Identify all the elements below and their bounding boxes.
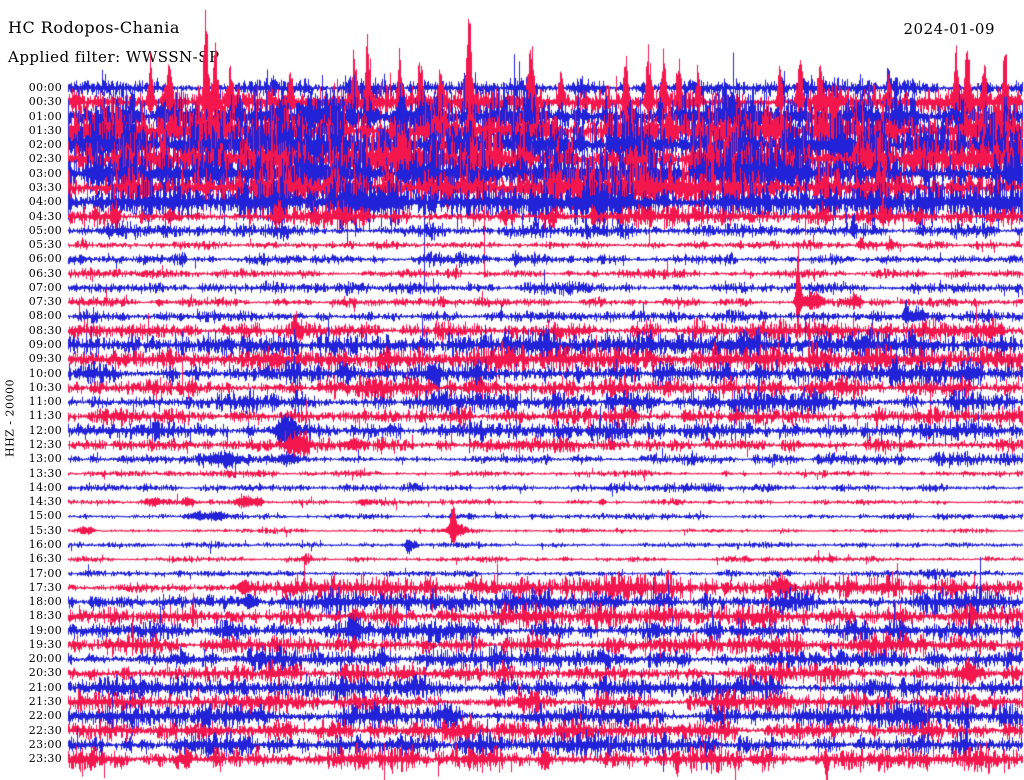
time-label: 07:00 bbox=[28, 280, 62, 294]
time-label: 02:30 bbox=[28, 152, 62, 166]
time-label: 22:30 bbox=[28, 723, 62, 737]
time-label: 12:30 bbox=[28, 438, 62, 451]
time-label: 23:30 bbox=[28, 752, 62, 766]
time-label: 08:30 bbox=[28, 323, 62, 337]
time-label: 12:00 bbox=[28, 423, 62, 437]
time-label: 23:00 bbox=[28, 737, 62, 751]
time-label: 00:00 bbox=[28, 81, 62, 94]
time-label: 21:30 bbox=[28, 695, 62, 709]
station-title: HC Rodopos-Chania bbox=[8, 18, 180, 37]
time-label: 17:30 bbox=[28, 580, 62, 594]
time-label: 05:00 bbox=[28, 223, 62, 237]
date-label: 2024-01-09 bbox=[903, 20, 995, 38]
time-label: 03:00 bbox=[28, 166, 62, 180]
time-label: 18:00 bbox=[28, 595, 62, 609]
time-label: 19:30 bbox=[28, 637, 62, 651]
time-label: 19:00 bbox=[28, 623, 62, 637]
time-label: 02:00 bbox=[28, 138, 62, 152]
time-label: 03:30 bbox=[28, 180, 62, 194]
time-label: 09:00 bbox=[28, 338, 62, 352]
time-label: 06:30 bbox=[28, 266, 62, 280]
time-label: 16:00 bbox=[28, 537, 62, 551]
time-label: 06:00 bbox=[28, 252, 62, 266]
time-label: 01:30 bbox=[28, 123, 62, 137]
time-label: 22:00 bbox=[28, 709, 62, 723]
time-label: 15:30 bbox=[28, 523, 62, 537]
helicorder-page: HC Rodopos-Chania Applied filter: WWSSN-… bbox=[0, 0, 1024, 780]
time-label: 11:30 bbox=[28, 409, 62, 423]
time-label: 20:30 bbox=[28, 666, 62, 680]
time-label: 11:00 bbox=[28, 395, 62, 409]
time-label: 14:00 bbox=[28, 480, 62, 494]
time-label: 08:00 bbox=[28, 309, 62, 323]
time-label: 10:30 bbox=[28, 380, 62, 394]
time-label: 15:00 bbox=[28, 509, 62, 523]
time-label: 09:30 bbox=[28, 352, 62, 366]
time-label: 14:30 bbox=[28, 495, 62, 509]
time-label: 13:30 bbox=[28, 466, 62, 480]
applied-filter-label: Applied filter: WWSSN-SP bbox=[8, 48, 220, 66]
helicorder-traces-canvas bbox=[0, 0, 1024, 780]
time-label: 18:30 bbox=[28, 609, 62, 623]
time-label: 04:00 bbox=[28, 195, 62, 209]
time-label: 07:30 bbox=[28, 295, 62, 309]
time-label: 01:00 bbox=[28, 109, 62, 123]
time-label: 13:00 bbox=[28, 452, 62, 466]
time-label: 17:00 bbox=[28, 566, 62, 580]
time-label: 00:30 bbox=[28, 95, 62, 109]
time-label: 04:30 bbox=[28, 209, 62, 223]
time-label: 20:00 bbox=[28, 652, 62, 666]
time-label: 05:30 bbox=[28, 238, 62, 252]
time-label: 21:00 bbox=[28, 680, 62, 694]
time-label: 16:30 bbox=[28, 552, 62, 566]
time-label: 10:00 bbox=[28, 366, 62, 380]
